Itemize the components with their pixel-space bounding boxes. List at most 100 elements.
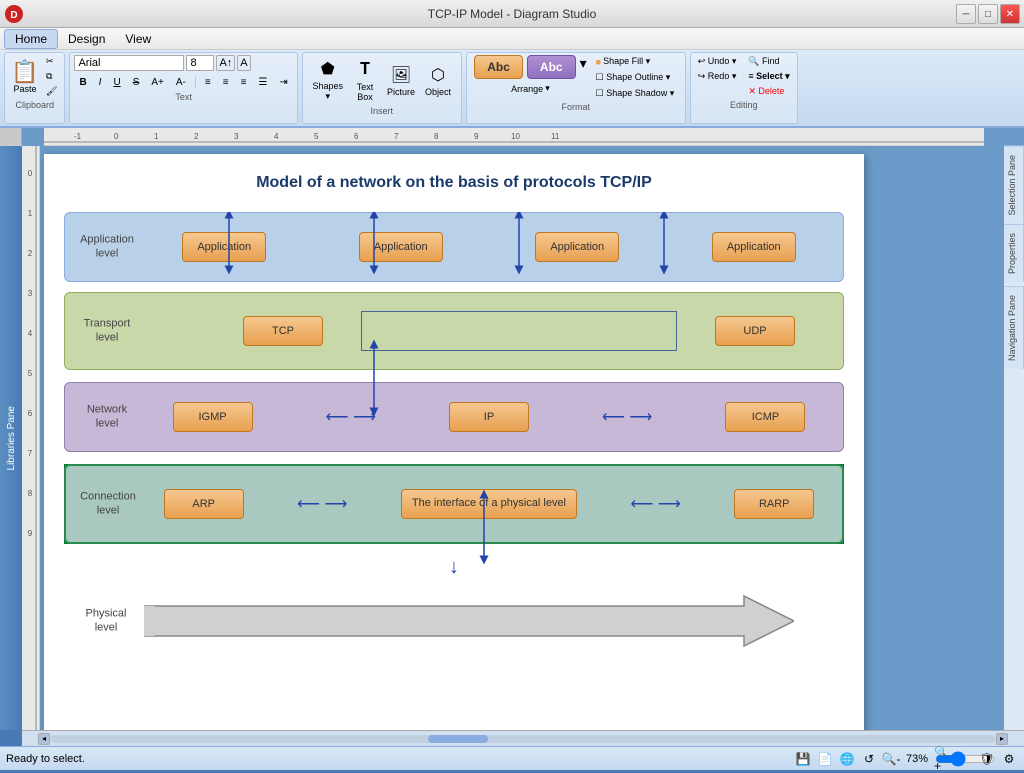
app-icon: D: [4, 4, 24, 24]
shape-fill-button[interactable]: ■ Shape Fill ▾: [593, 55, 678, 68]
libraries-pane-toggle[interactable]: Libraries Pane: [0, 146, 22, 730]
window-title: TCP-IP Model - Diagram Studio: [428, 7, 597, 21]
proto-rarp[interactable]: RARP: [734, 489, 814, 519]
statusbar-right: 💾 📄 🌐 ↺ 🔍- 73% 🔍+ 🛡 ⚙: [794, 750, 1018, 768]
zoom-level: 73%: [904, 753, 930, 765]
proto-interface[interactable]: The interface of a physical level: [401, 489, 577, 518]
cut-button[interactable]: ✂: [43, 55, 60, 68]
proto-tcp[interactable]: TCP: [243, 316, 323, 346]
copy-button[interactable]: ⧉: [43, 70, 60, 83]
transport-layer-label: Transportlevel: [73, 317, 141, 346]
proto-application-1[interactable]: Application: [182, 232, 266, 262]
scroll-left-button[interactable]: ◂: [38, 733, 50, 745]
maximize-button[interactable]: □: [978, 4, 998, 24]
proto-udp[interactable]: UDP: [715, 316, 795, 346]
minimize-button[interactable]: ─: [956, 4, 976, 24]
libraries-pane-label: Libraries Pane: [6, 406, 17, 470]
window-controls[interactable]: ─ □ ✕: [956, 4, 1020, 24]
physical-layer: Physicallevel: [64, 581, 844, 661]
svg-text:D: D: [10, 10, 17, 21]
right-panels: Selection Pane Properties Navigation Pan…: [1004, 146, 1024, 730]
select-button[interactable]: ≡ Select ▾: [745, 70, 792, 83]
svg-text:5: 5: [28, 369, 33, 378]
italic-button[interactable]: I: [94, 75, 107, 90]
ribbon-group-insert: ⬟ Shapes ▾ 𝐓 Text Box 🖼 Picture ⬡ Object…: [302, 52, 462, 124]
increase-font-button[interactable]: A↑: [216, 55, 235, 71]
proto-application-4[interactable]: Application: [712, 232, 796, 262]
transport-layer: Transportlevel TCP UDP: [64, 292, 844, 370]
redo-button[interactable]: ↪ Redo ▾: [695, 70, 740, 83]
status-message: Ready to select.: [6, 753, 85, 765]
close-button[interactable]: ✕: [1000, 4, 1020, 24]
menu-design[interactable]: Design: [58, 30, 115, 48]
strikethrough-button[interactable]: S: [128, 75, 145, 90]
properties-pane-tab[interactable]: Properties: [1004, 224, 1024, 282]
align-right-button[interactable]: ≡: [236, 75, 252, 90]
proto-igmp[interactable]: IGMP: [173, 402, 253, 432]
proto-ip[interactable]: IP: [449, 402, 529, 432]
hscroll-track[interactable]: [50, 735, 996, 743]
zoom-slider[interactable]: [956, 750, 974, 768]
shape-style-orange[interactable]: Abc: [474, 55, 523, 79]
proto-application-3[interactable]: Application: [535, 232, 619, 262]
object-button[interactable]: ⬡ Object: [421, 61, 455, 99]
ruler-horizontal: -1 0 1 2 3 4 5 6 7 8 9 10 11: [44, 128, 984, 146]
find-button[interactable]: 🔍 Find: [745, 55, 792, 68]
shapes-button[interactable]: ⬟ Shapes ▾: [308, 55, 347, 104]
scroll-right-button[interactable]: ▸: [996, 733, 1008, 745]
format-painter-button[interactable]: 🖌: [43, 85, 60, 98]
picture-button[interactable]: 🖼 Picture: [383, 61, 419, 99]
doc-icon-button[interactable]: 📄: [816, 750, 834, 768]
paste-button[interactable]: 📋 Paste: [9, 58, 41, 96]
svg-text:4: 4: [274, 132, 279, 141]
shape-shadow-button[interactable]: ☐ Shape Shadow ▾: [593, 87, 678, 100]
shield-icon-button[interactable]: 🛡: [978, 750, 996, 768]
horizontal-scrollbar: ◂ ▸: [22, 730, 1024, 746]
ribbon-group-clipboard: 📋 Paste ✂ ⧉ 🖌 Clipboard: [4, 52, 65, 124]
underline-button[interactable]: U: [108, 75, 125, 90]
shape-outline-button[interactable]: ☐ Shape Outline ▾: [593, 71, 678, 84]
indent-button[interactable]: ⇥: [274, 75, 292, 90]
svg-text:3: 3: [234, 132, 239, 141]
menu-view[interactable]: View: [115, 30, 161, 48]
diagram-title: Model of a network on the basis of proto…: [64, 174, 844, 192]
textbox-button[interactable]: 𝐓 Text Box: [349, 56, 381, 104]
svg-text:1: 1: [28, 209, 33, 218]
save-icon-button[interactable]: 💾: [794, 750, 812, 768]
menu-home[interactable]: Home: [4, 29, 58, 49]
titlebar: D TCP-IP Model - Diagram Studio ─ □ ✕: [0, 0, 1024, 28]
globe-icon-button[interactable]: 🌐: [838, 750, 856, 768]
format-label: Format: [562, 102, 591, 112]
proto-application-2[interactable]: Application: [359, 232, 443, 262]
bold-button[interactable]: B: [74, 75, 91, 90]
proto-arp[interactable]: ARP: [164, 489, 244, 519]
shape-style-expand[interactable]: ▾: [580, 55, 587, 79]
svg-text:4: 4: [28, 329, 33, 338]
svg-text:11: 11: [551, 132, 560, 141]
font-family-input[interactable]: [74, 55, 184, 71]
ruler-vertical: 0 1 2 3 4 5 6 7 8 9: [22, 146, 40, 730]
zoom-out-button[interactable]: 🔍-: [882, 750, 900, 768]
insert-label: Insert: [371, 106, 394, 116]
arrow-interface-rarp: ⟵ ⟶: [630, 494, 680, 514]
settings-icon-button[interactable]: ⚙: [1000, 750, 1018, 768]
font-color-button[interactable]: A: [237, 55, 250, 71]
delete-button[interactable]: ✕ Delete: [745, 85, 792, 98]
justify-button[interactable]: ☰: [253, 75, 272, 90]
hscroll-thumb[interactable]: [428, 735, 488, 743]
proto-icmp[interactable]: ICMP: [725, 402, 805, 432]
decrease-size-button[interactable]: A-: [171, 75, 191, 90]
svg-text:0: 0: [114, 132, 119, 141]
physical-layer-label: Physicallevel: [72, 607, 140, 636]
font-size-input[interactable]: [186, 55, 214, 71]
navigation-pane-tab[interactable]: Navigation Pane: [1004, 286, 1024, 369]
shape-style-purple[interactable]: Abc: [527, 55, 576, 79]
undo-button[interactable]: ↩ Undo ▾: [695, 55, 740, 68]
arrange-button[interactable]: Arrange▾: [507, 81, 554, 96]
selection-pane-tab[interactable]: Selection Pane: [1004, 146, 1024, 224]
align-left-button[interactable]: ≡: [200, 75, 216, 90]
refresh-icon-button[interactable]: ↺: [860, 750, 878, 768]
align-center-button[interactable]: ≡: [218, 75, 234, 90]
arrows-app-transport: [124, 269, 824, 289]
increase-size-button[interactable]: A+: [146, 75, 169, 90]
